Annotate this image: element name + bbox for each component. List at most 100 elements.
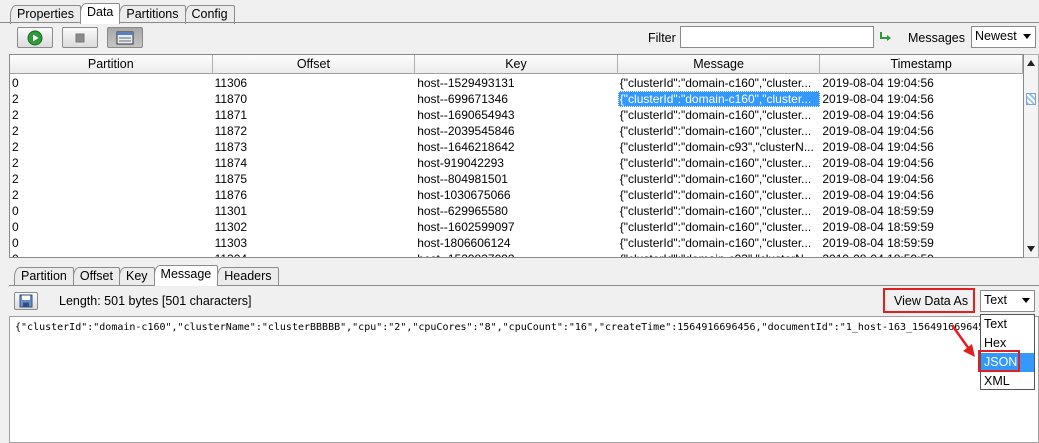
table-cell-timestamp[interactable]: 2019-08-04 19:04:56	[820, 75, 1023, 91]
table-cell-offset[interactable]: 11871	[213, 107, 416, 123]
table-cell-offset[interactable]: 11302	[213, 219, 416, 235]
view-data-as-select[interactable]: Text	[980, 290, 1035, 312]
column-header-message[interactable]: Message	[618, 55, 821, 74]
column-header-timestamp[interactable]: Timestamp	[820, 55, 1023, 74]
table-cell-key[interactable]: host--1529837092	[415, 251, 618, 257]
top-tab-bar: Properties Data Partitions Config	[10, 2, 235, 24]
table-cell-key[interactable]: host-919042293	[415, 155, 618, 171]
detail-tab-message[interactable]: Message	[153, 265, 219, 286]
table-cell-partition[interactable]: 2	[10, 107, 213, 123]
table-cell-timestamp[interactable]: 2019-08-04 19:04:56	[820, 171, 1023, 187]
table-cell-timestamp[interactable]: 2019-08-04 18:59:59	[820, 235, 1023, 251]
filter-input[interactable]	[680, 26, 874, 48]
table-cell-message[interactable]: {"clusterId":"domain-c93","clusterN...	[618, 251, 821, 257]
detail-tab-headers[interactable]: Headers	[217, 267, 279, 286]
table-cell-offset[interactable]: 11872	[213, 123, 416, 139]
table-cell-message[interactable]: {"clusterId":"domain-c160","cluster...	[618, 203, 821, 219]
table-cell-message[interactable]: {"clusterId":"domain-c93","clusterN...	[618, 139, 821, 155]
table-row[interactable]: 0 11302 host--1602599097 {"clusterId":"doma…	[10, 219, 1023, 235]
table-cell-partition[interactable]: 2	[10, 139, 213, 155]
table-row[interactable]: 2 11875 host--804981501 {"clusterId":"domai…	[10, 171, 1023, 187]
table-row[interactable]: 2 11870 host--699671346 {"clusterId":"domai…	[10, 91, 1023, 107]
table-cell-partition[interactable]: 0	[10, 251, 213, 257]
table-cell-offset[interactable]: 11303	[213, 235, 416, 251]
table-cell-offset[interactable]: 11870	[213, 91, 416, 107]
table-cell-key[interactable]: host-1030675066	[415, 187, 618, 203]
table-row[interactable]: 2 11874 host-919042293 {"clusterId":"domain…	[10, 155, 1023, 171]
table-cell-message[interactable]: {"clusterId":"domain-c160","cluster...	[618, 155, 821, 171]
table-cell-timestamp[interactable]: 2019-08-04 19:04:56	[820, 139, 1023, 155]
scroll-thumb[interactable]	[1026, 93, 1036, 105]
message-content-area[interactable]: {"clusterId":"domain-c160","clusterName"…	[9, 316, 1039, 443]
table-cell-timestamp[interactable]: 2019-08-04 18:59:59	[820, 251, 1023, 257]
table-row[interactable]: 011304host--1529837092{"clusterId":"doma…	[10, 251, 1023, 257]
view-toggle-button[interactable]	[107, 27, 143, 48]
table-cell-timestamp[interactable]: 2019-08-04 19:04:56	[820, 91, 1023, 107]
table-cell-timestamp[interactable]: 2019-08-04 18:59:59	[820, 219, 1023, 235]
table-row[interactable]: 2 11871 host--1690654943 {"clusterId":"doma…	[10, 107, 1023, 123]
table-cell-partition[interactable]: 2	[10, 187, 213, 203]
table-cell-key[interactable]: host--804981501	[415, 171, 618, 187]
table-vertical-scrollbar[interactable]	[1024, 54, 1039, 258]
table-cell-offset[interactable]: 11875	[213, 171, 416, 187]
messages-select[interactable]: Newest	[971, 26, 1036, 48]
table-cell-message[interactable]: {"clusterId":"domain-c160","cluster...	[618, 75, 821, 91]
table-cell-key[interactable]: host--1646218642	[415, 139, 618, 155]
detail-tab-key[interactable]: Key	[118, 267, 155, 286]
table-cell-timestamp[interactable]: 2019-08-04 19:04:56	[820, 187, 1023, 203]
table-cell-partition[interactable]: 0	[10, 219, 213, 235]
table-cell-key[interactable]: host--1602599097	[415, 219, 618, 235]
table-cell-message[interactable]: {"clusterId":"domain-c160","cluster...	[618, 107, 821, 123]
view-option-text[interactable]: Text	[981, 315, 1034, 334]
table-cell-timestamp[interactable]: 2019-08-04 19:04:56	[820, 123, 1023, 139]
table-cell-partition[interactable]: 2	[10, 155, 213, 171]
column-header-offset[interactable]: Offset	[213, 55, 416, 74]
table-cell-key[interactable]: host--1529493131	[415, 75, 618, 91]
table-cell-timestamp[interactable]: 2019-08-04 18:59:59	[820, 203, 1023, 219]
table-cell-offset[interactable]: 11873	[213, 139, 416, 155]
column-header-partition[interactable]: Partition	[10, 55, 213, 74]
table-cell-key[interactable]: host--699671346	[415, 91, 618, 107]
table-cell-timestamp[interactable]: 2019-08-04 19:04:56	[820, 155, 1023, 171]
table-cell-message[interactable]: {"clusterId":"domain-c160","cluster...	[618, 235, 821, 251]
scroll-down-icon[interactable]	[1027, 246, 1035, 252]
table-cell-partition[interactable]: 0	[10, 235, 213, 251]
table-cell-message[interactable]: {"clusterId":"domain-c160","cluster...	[618, 219, 821, 235]
chevron-down-icon	[1023, 34, 1031, 39]
table-row[interactable]: 2 11872 host--2039545846 {"clusterId":"doma…	[10, 123, 1023, 139]
detail-tab-partition[interactable]: Partition	[14, 267, 74, 286]
apply-filter-icon[interactable]	[878, 30, 892, 44]
table-cell-partition[interactable]: 2	[10, 91, 213, 107]
tab-data[interactable]: Data	[79, 3, 121, 24]
table-cell-offset[interactable]: 11874	[213, 155, 416, 171]
scroll-up-icon[interactable]	[1027, 60, 1035, 66]
table-row[interactable]: 0 11306 host--1529493131 {"clusterId":"doma…	[10, 75, 1023, 91]
table-row[interactable]: 0 11301 host--629965580 {"clusterId":"domai…	[10, 203, 1023, 219]
table-cell-timestamp[interactable]: 2019-08-04 19:04:56	[820, 107, 1023, 123]
table-cell-offset[interactable]: 11301	[213, 203, 416, 219]
table-cell-message[interactable]: {"clusterId":"domain-c160","cluster...	[618, 123, 821, 139]
table-row[interactable]: 2 11876 host-1030675066 {"clusterId":"domai…	[10, 187, 1023, 203]
table-cell-message[interactable]: {"clusterId":"domain-c160","cluster...	[618, 187, 821, 203]
table-cell-message[interactable]: {"clusterId":"domain-c160","cluster...	[618, 171, 821, 187]
table-cell-key[interactable]: host--2039545846	[415, 123, 618, 139]
table-cell-offset[interactable]: 11306	[213, 75, 416, 91]
table-cell-partition[interactable]: 0	[10, 203, 213, 219]
table-row[interactable]: 0 11303 host-1806606124 {"clusterId":"domai…	[10, 235, 1023, 251]
table-row[interactable]: 2 11873 host--1646218642 {"clusterId":"doma…	[10, 139, 1023, 155]
table-cell-offset[interactable]: 11304	[213, 251, 416, 257]
stop-button[interactable]	[62, 27, 98, 48]
table-cell-offset[interactable]: 11876	[213, 187, 416, 203]
detail-tab-offset[interactable]: Offset	[72, 267, 120, 286]
save-message-button[interactable]	[14, 292, 38, 310]
table-cell-key[interactable]: host--1690654943	[415, 107, 618, 123]
table-cell-partition[interactable]: 0	[10, 75, 213, 91]
table-cell-key[interactable]: host--629965580	[415, 203, 618, 219]
table-cell-message[interactable]: {"clusterId":"domain-c160","cluster...	[617, 91, 821, 107]
column-header-key[interactable]: Key	[415, 55, 618, 74]
table-cell-partition[interactable]: 2	[10, 123, 213, 139]
view-option-xml[interactable]: XML	[981, 372, 1034, 391]
start-button[interactable]	[17, 27, 53, 48]
table-cell-partition[interactable]: 2	[10, 171, 213, 187]
table-cell-key[interactable]: host-1806606124	[415, 235, 618, 251]
